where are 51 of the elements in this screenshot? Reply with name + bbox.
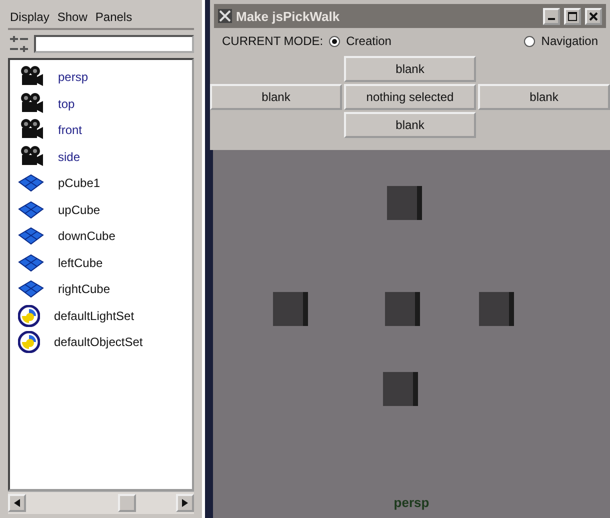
outliner-item[interactable]: downCube [10,223,192,250]
menu-item[interactable]: Display [10,10,50,24]
outliner-item[interactable]: persp [10,64,192,90]
scroll-thumb[interactable] [118,494,136,512]
outliner-item[interactable]: rightCube [10,276,192,302]
mode-label: CURRENT MODE: [222,34,324,48]
menu-item[interactable]: Panels [95,10,132,24]
filter-icon[interactable] [8,34,30,54]
camera-icon [18,144,44,169]
mode-radio[interactable]: Navigation [524,34,598,48]
set-icon [18,304,40,327]
polygon-mesh-icon [18,254,44,272]
camera-icon [18,92,44,116]
set-icon [18,331,40,354]
pick-button[interactable]: blank [210,84,342,110]
cube[interactable] [383,370,419,406]
outliner-item[interactable]: side [10,144,192,170]
maximize-icon [568,12,577,20]
minimize-button[interactable] [543,8,560,24]
left-arrow-icon[interactable] [14,499,20,507]
polygon-mesh-icon [18,200,44,219]
outliner-item[interactable]: leftCube [10,250,192,276]
outliner-item[interactable]: defaultObjectSet [10,329,192,356]
horizontal-scrollbar[interactable] [8,491,194,514]
cube[interactable] [273,290,309,326]
filter-field[interactable] [34,35,194,53]
polygon-mesh-icon [18,280,44,298]
outliner-item[interactable]: defaultLightSet [10,302,192,329]
pick-button[interactable]: blank [344,56,476,82]
pick-button[interactable]: blank [344,112,476,138]
cube[interactable] [387,184,423,220]
outliner-item[interactable]: upCube [10,196,192,223]
cube[interactable] [479,290,515,326]
window-title: Make jsPickWalk [236,8,340,24]
right-arrow-icon[interactable] [182,499,188,507]
pick-button[interactable]: nothing selected [344,84,476,110]
menu-item[interactable]: Show [57,10,88,24]
minimize-icon [548,18,555,20]
outliner-item[interactable]: front [10,117,192,144]
close-icon [589,12,598,20]
camera-label: persp [394,495,430,510]
cube[interactable] [385,290,421,326]
close-button[interactable] [585,8,602,24]
outliner-item[interactable]: top [10,90,192,117]
pick-button[interactable]: blank [478,84,610,110]
polygon-mesh-icon [18,227,44,246]
mode-radio[interactable]: Creation [329,34,392,48]
maximize-button[interactable] [564,8,581,24]
polygon-mesh-icon [18,174,44,192]
window-icon [218,9,232,23]
outliner-item[interactable]: pCube1 [10,170,192,196]
